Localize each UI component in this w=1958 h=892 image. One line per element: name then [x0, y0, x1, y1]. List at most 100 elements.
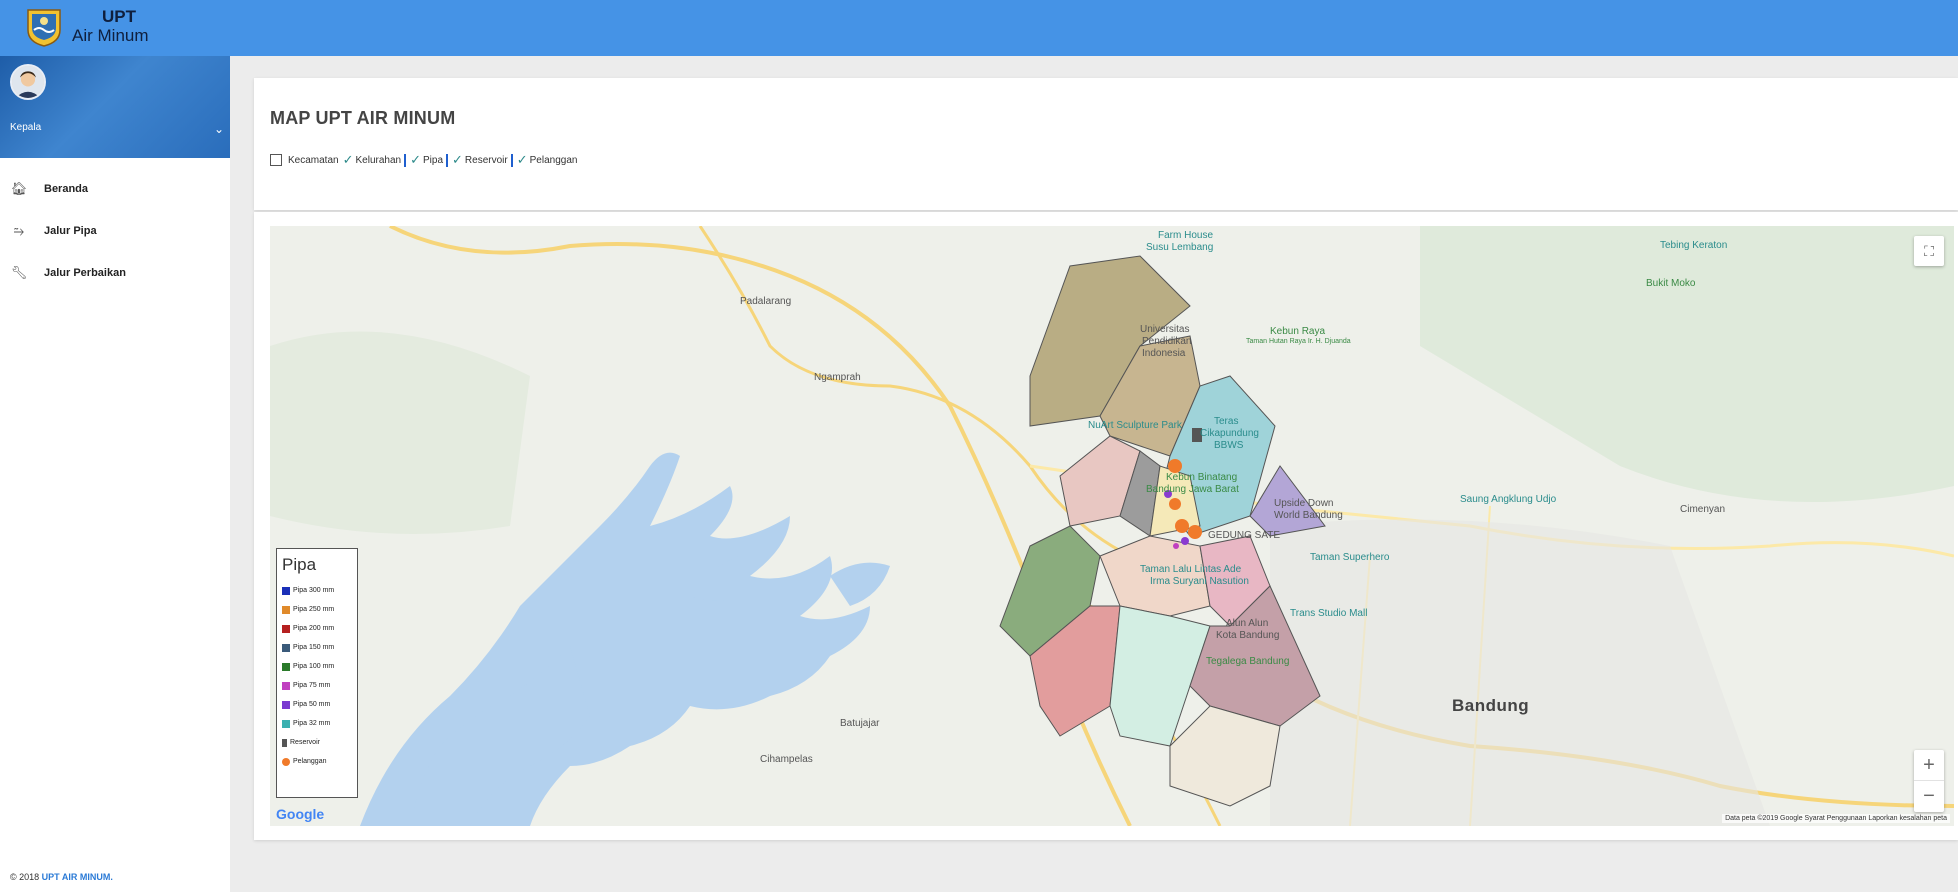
map-label-farm-house: Farm House [1158, 230, 1214, 241]
home-icon: 🏠︎ [10, 181, 28, 196]
header-card: MAP UPT AIR MINUM Kecamatan ✓ Kelurahan … [254, 78, 1958, 210]
check-icon[interactable]: ✓ [452, 152, 463, 168]
map-label-univ-2: Pendidikan [1142, 336, 1192, 347]
layer-label: Pelanggan [529, 154, 578, 166]
sidebar-item-beranda[interactable]: 🏠︎ Beranda [0, 168, 230, 210]
map-label-teras-1: Teras [1214, 416, 1239, 427]
brand-title: UPT [102, 7, 136, 26]
map-label-kebun-raya: Kebun Raya [1270, 326, 1326, 337]
sidebar-item-jalur-perbaikan[interactable]: 🔧︎ Jalur Perbaikan [0, 252, 230, 294]
map-label-padalarang: Padalarang [740, 296, 792, 307]
legend-item: Pipa 32 mm [282, 714, 352, 733]
customer-pin-icon [282, 757, 290, 766]
check-icon[interactable]: ✓ [410, 152, 421, 168]
layer-reservoir[interactable]: ✓ Reservoir [452, 152, 513, 168]
legend-swatch [282, 605, 290, 614]
layer-label: Kelurahan [355, 154, 402, 166]
fullscreen-button[interactable]: ⛶ [1914, 236, 1944, 266]
layer-kelurahan[interactable]: ✓ Kelurahan [343, 152, 407, 168]
footer-copyright: © 2018 [10, 872, 40, 882]
legend-label: Pipa 150 mm [293, 644, 335, 651]
user-name: Kepala [10, 122, 42, 133]
map-label-upside-2: World Bandung [1274, 510, 1343, 521]
footer-link[interactable]: UPT AIR MINUM. [42, 872, 113, 882]
legend-label: Pipa 250 mm [293, 606, 335, 613]
legend-label: Pipa 100 mm [293, 663, 335, 670]
brand-subtitle: Air Minum [72, 26, 149, 45]
map-label-gedung-sate: GEDUNG SATE [1208, 530, 1281, 541]
map-label-alun-2: Kota Bandung [1216, 630, 1280, 641]
zoom-in-button[interactable]: + [1914, 750, 1944, 781]
map-label-batujajar: Batujajar [840, 718, 880, 729]
legend-item: Pipa 300 mm [282, 581, 352, 600]
sidebar-menu: 🏠︎ Beranda ⥲ Jalur Pipa 🔧︎ Jalur Perbaik… [0, 168, 230, 294]
layer-kecamatan[interactable]: Kecamatan [270, 154, 339, 166]
zoom-control: + − [1914, 750, 1944, 812]
checkbox-unchecked[interactable] [270, 154, 282, 166]
map-label-teras-2: Cikapundung [1200, 428, 1259, 439]
legend-swatch [282, 662, 290, 671]
wrench-icon: 🔧︎ [10, 265, 28, 280]
legend-swatch [282, 719, 290, 728]
chevron-down-icon[interactable]: ⌄ [214, 122, 224, 136]
legend-item: Pelanggan [282, 752, 352, 771]
layer-pelanggan[interactable]: ✓ Pelanggan [517, 152, 578, 168]
check-icon[interactable]: ✓ [517, 152, 528, 168]
map-label-cihampelas: Cihampelas [760, 754, 813, 765]
brand[interactable]: UPT Air Minum [22, 4, 149, 48]
top-bar: UPT Air Minum [0, 0, 1958, 56]
map-label-tebing-keraton: Tebing Keraton [1660, 240, 1728, 251]
map-label-bandung: Bandung [1452, 696, 1530, 715]
pipe-route-icon: ⥲ [13, 223, 25, 238]
legend-swatch [282, 586, 290, 595]
sidebar-item-label: Jalur Perbaikan [44, 267, 126, 279]
legend-label: Pipa 32 mm [293, 720, 331, 727]
map-label-nuart: NuArt Sculpture Park [1088, 420, 1182, 431]
map-canvas[interactable]: Padalarang Ngamprah Batujajar Cihampelas… [270, 226, 1954, 826]
legend-item: Pipa 250 mm [282, 600, 352, 619]
legend-label: Reservoir [290, 739, 320, 746]
map-label-alun-1: Alun Alun [1226, 618, 1269, 629]
map-attribution[interactable]: Data peta ©2019 Google Syarat Penggunaan… [1722, 814, 1950, 823]
map-label-susu-lembang: Susu Lembang [1146, 242, 1214, 253]
legend-item: Pipa 100 mm [282, 657, 352, 676]
sidebar-item-jalur-pipa[interactable]: ⥲ Jalur Pipa [0, 210, 230, 252]
map-label-teras-3: BBWS [1214, 440, 1244, 451]
map-label-taman-lalu-1: Taman Lalu Lintas Ade [1140, 564, 1242, 575]
legend-item: Pipa 150 mm [282, 638, 352, 657]
brand-logo-icon [27, 9, 61, 47]
map-card: Padalarang Ngamprah Batujajar Cihampelas… [254, 212, 1958, 840]
google-logo: Google [276, 806, 325, 822]
divider [510, 153, 513, 167]
legend-swatch [282, 681, 290, 690]
legend-swatch [282, 700, 290, 709]
reservoir-icon [282, 738, 287, 747]
legend-label: Pipa 75 mm [293, 682, 331, 689]
zoom-out-button[interactable]: − [1914, 781, 1944, 812]
legend-title: Pipa [282, 555, 317, 574]
legend-label: Pelanggan [293, 758, 327, 765]
map-label-cimenyan: Cimenyan [1680, 504, 1726, 515]
sidebar: Kepala ⌄ 🏠︎ Beranda ⥲ Jalur Pipa 🔧︎ Jalu… [0, 56, 230, 892]
pipe-legend: Pipa Pipa 300 mm Pipa 250 mm Pipa 200 mm… [276, 548, 358, 798]
map-label-taman-lalu-2: Irma Suryani Nasution [1150, 576, 1249, 587]
divider [404, 153, 407, 167]
legend-item: Pipa 75 mm [282, 676, 352, 695]
sidebar-item-label: Beranda [44, 183, 89, 195]
check-icon[interactable]: ✓ [343, 152, 354, 168]
map-label-saung: Saung Angklung Udjo [1460, 494, 1557, 505]
divider [446, 153, 449, 167]
layer-pipa[interactable]: ✓ Pipa [410, 152, 449, 168]
avatar [10, 64, 46, 100]
layer-label: Kecamatan [288, 154, 339, 166]
map-label-univ-1: Universitas [1140, 324, 1190, 335]
user-panel[interactable]: Kepala ⌄ [0, 56, 230, 158]
map-label-tegalega: Tegalega Bandung [1206, 656, 1290, 667]
legend-swatch [282, 643, 290, 652]
map-label-ngamprah: Ngamprah [814, 372, 861, 383]
legend-label: Pipa 300 mm [293, 587, 335, 594]
map-label-kebun-raya-sub: Taman Hutan Raya Ir. H. Djuanda [1246, 338, 1351, 345]
legend-item: Pipa 200 mm [282, 619, 352, 638]
legend-label: Pipa 200 mm [293, 625, 335, 632]
layer-label: Pipa [423, 154, 444, 166]
